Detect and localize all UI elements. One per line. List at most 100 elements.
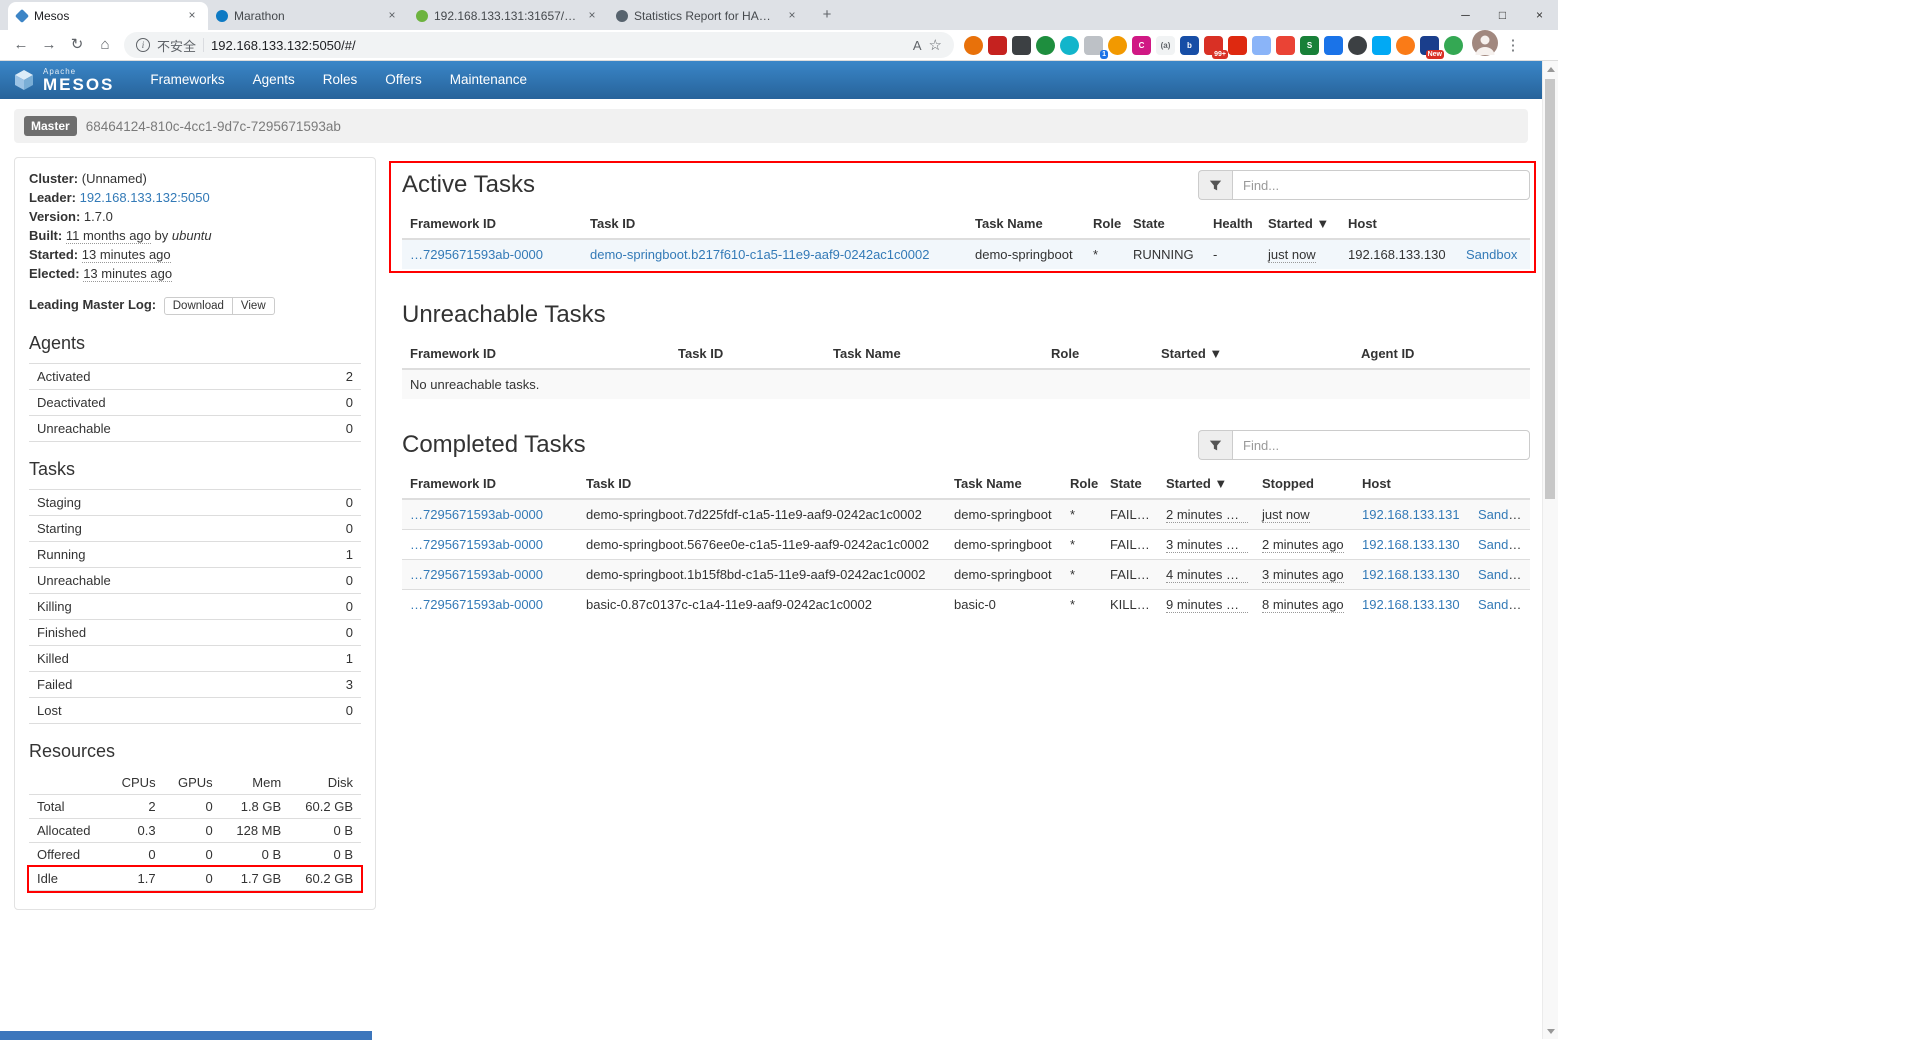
tab-close-icon[interactable]: × <box>384 8 400 24</box>
col-host[interactable]: Host <box>1354 469 1470 499</box>
host-link[interactable]: 192.168.133.131 <box>1362 507 1460 522</box>
col-started-sorted[interactable]: Started ▼ <box>1260 209 1340 239</box>
tab-mesos[interactable]: Mesos × <box>8 2 208 30</box>
bookmark-star-icon[interactable]: ☆ <box>929 36 942 54</box>
extension-navy-new[interactable]: New <box>1420 36 1439 55</box>
agents-row-deactivated: Deactivated 0 <box>29 390 361 416</box>
col-task-id[interactable]: Task ID <box>582 209 967 239</box>
extension-reader[interactable]: 99+ <box>1204 36 1223 55</box>
url-text[interactable]: 192.168.133.132:5050/#/ <box>211 38 906 53</box>
extension-red-square[interactable] <box>1276 36 1295 55</box>
profile-avatar[interactable] <box>1472 30 1498 61</box>
maximize-button[interactable]: □ <box>1484 0 1521 30</box>
extension-orange-star[interactable] <box>1108 36 1127 55</box>
download-log-button[interactable]: Download <box>164 297 233 315</box>
col-started-sorted[interactable]: Started ▼ <box>1158 469 1254 499</box>
extension-blue-square[interactable] <box>1324 36 1343 55</box>
col-started-sorted[interactable]: Started ▼ <box>1153 339 1353 369</box>
col-task-name[interactable]: Task Name <box>967 209 1085 239</box>
tab-haproxy-stats[interactable]: Statistics Report for HAProxy × <box>608 2 808 30</box>
framework-id-link[interactable]: …7295671593ab-0000 <box>410 507 543 522</box>
col-task-name[interactable]: Task Name <box>946 469 1062 499</box>
extension-orange-round[interactable] <box>1396 36 1415 55</box>
col-role[interactable]: Role <box>1043 339 1153 369</box>
col-role[interactable]: Role <box>1085 209 1125 239</box>
sandbox-link[interactable]: Sandbox <box>1466 247 1517 262</box>
tab-marathon[interactable]: Marathon × <box>208 2 408 30</box>
info-icon[interactable]: i <box>136 38 150 52</box>
close-button[interactable]: × <box>1521 0 1558 30</box>
leader-link[interactable]: 192.168.133.132:5050 <box>80 190 210 205</box>
host-link[interactable]: 192.168.133.130 <box>1362 537 1460 552</box>
host-link[interactable]: 192.168.133.130 <box>1362 597 1460 612</box>
framework-id-link[interactable]: …7295671593ab-0000 <box>410 247 543 262</box>
home-icon[interactable]: ⌂ <box>92 32 118 58</box>
extension-cyan[interactable] <box>1372 36 1391 55</box>
sandbox-link[interactable]: Sandbox <box>1478 537 1529 552</box>
extension-green-circle[interactable] <box>1036 36 1055 55</box>
nav-roles[interactable]: Roles <box>309 61 372 99</box>
scroll-up-arrow[interactable] <box>1543 61 1558 77</box>
extension-green-s[interactable]: S <box>1300 36 1319 55</box>
nav-offers[interactable]: Offers <box>371 61 436 99</box>
scrollbar-thumb[interactable] <box>1545 79 1555 499</box>
new-tab-button[interactable]: + <box>814 2 840 28</box>
col-framework-id[interactable]: Framework ID <box>402 339 670 369</box>
extension-clover[interactable] <box>1444 36 1463 55</box>
forward-icon[interactable]: → <box>36 32 62 58</box>
framework-id-link[interactable]: …7295671593ab-0000 <box>410 597 543 612</box>
active-find-input[interactable] <box>1232 170 1530 200</box>
col-task-name[interactable]: Task Name <box>825 339 1043 369</box>
completed-find-input[interactable] <box>1232 430 1530 460</box>
minimize-button[interactable]: ─ <box>1447 0 1484 30</box>
extension-color-c[interactable]: C <box>1132 36 1151 55</box>
extension-grid[interactable] <box>1012 36 1031 55</box>
col-state[interactable]: State <box>1125 209 1205 239</box>
nav-frameworks[interactable]: Frameworks <box>136 61 238 99</box>
page-scrollbar[interactable] <box>1542 61 1558 1039</box>
extension-youdao[interactable] <box>1228 36 1247 55</box>
nav-maintenance[interactable]: Maintenance <box>436 61 541 99</box>
nav-agents[interactable]: Agents <box>239 61 309 99</box>
col-host[interactable]: Host <box>1340 209 1458 239</box>
col-stopped[interactable]: Stopped <box>1254 469 1354 499</box>
sandbox-link[interactable]: Sandbox <box>1478 567 1529 582</box>
col-framework-id[interactable]: Framework ID <box>402 469 578 499</box>
tab-close-icon[interactable]: × <box>184 8 200 24</box>
browser-menu-icon[interactable]: ⋮ <box>1502 36 1524 54</box>
col-task-id[interactable]: Task ID <box>670 339 825 369</box>
unreachable-tasks-table: Framework ID Task ID Task Name Role Star… <box>402 339 1530 399</box>
view-log-button[interactable]: View <box>233 297 275 315</box>
scroll-down-arrow[interactable] <box>1543 1023 1558 1039</box>
tab-close-icon[interactable]: × <box>784 8 800 24</box>
framework-id-link[interactable]: …7295671593ab-0000 <box>410 567 543 582</box>
col-agent-id[interactable]: Agent ID <box>1353 339 1530 369</box>
extension-teal[interactable] <box>1060 36 1079 55</box>
col-framework-id[interactable]: Framework ID <box>402 209 582 239</box>
translate-icon[interactable]: A <box>913 38 922 53</box>
reload-icon[interactable]: ↻ <box>64 32 90 58</box>
address-bar[interactable]: i 不安全 192.168.133.132:5050/#/ A ☆ <box>124 32 954 58</box>
extension-dark-round[interactable] <box>1348 36 1367 55</box>
extension-paren-a[interactable]: (a) <box>1156 36 1175 55</box>
extension-lightblue[interactable] <box>1252 36 1271 55</box>
sandbox-link[interactable]: Sandbox <box>1478 507 1529 522</box>
tab-springboot-hello[interactable]: 192.168.133.131:31657/hello × <box>408 2 608 30</box>
task-name-cell: demo-springboot <box>946 560 1062 590</box>
framework-id-link[interactable]: …7295671593ab-0000 <box>410 537 543 552</box>
tab-close-icon[interactable]: × <box>584 8 600 24</box>
completed-find-group <box>1198 430 1530 460</box>
col-health[interactable]: Health <box>1205 209 1260 239</box>
mesos-brand[interactable]: Apache MESOS <box>12 68 114 93</box>
extension-bing[interactable]: b <box>1180 36 1199 55</box>
col-state[interactable]: State <box>1102 469 1158 499</box>
extension-stopwatch[interactable] <box>964 36 983 55</box>
col-role[interactable]: Role <box>1062 469 1102 499</box>
task-id-link[interactable]: demo-springboot.b217f610-c1a5-11e9-aaf9-… <box>590 247 929 262</box>
sandbox-link[interactable]: Sandbox <box>1478 597 1529 612</box>
col-task-id[interactable]: Task ID <box>578 469 946 499</box>
back-icon[interactable]: ← <box>8 32 34 58</box>
host-link[interactable]: 192.168.133.130 <box>1362 567 1460 582</box>
extension-adblock[interactable] <box>988 36 1007 55</box>
extension-puzzle[interactable]: 1 <box>1084 36 1103 55</box>
